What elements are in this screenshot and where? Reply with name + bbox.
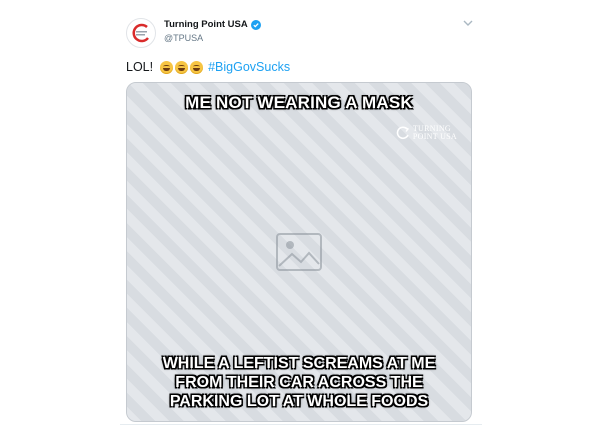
tweet-media-image[interactable]: ME NOT WEARING A MASK TURNING POINT USA … — [126, 82, 472, 422]
turning-point-logo-icon — [132, 23, 149, 43]
author-display-name[interactable]: Turning Point USA — [164, 19, 248, 30]
meme-caption-line: PARKING LOT AT WHOLE FOODS — [169, 393, 429, 410]
turning-point-arrow-icon — [396, 126, 409, 140]
watermark-logo: TURNING POINT USA — [396, 125, 457, 141]
tweet-card: Turning Point USA @TPUSA LOL! #BigGovSuc… — [120, 8, 482, 422]
meme-caption-bottom: WHILE A LEFTIST SCREAMS AT ME FROM THEIR… — [133, 354, 465, 411]
laughing-emoji-icon — [190, 60, 204, 74]
meme-caption-line: WHILE A LEFTIST SCREAMS AT ME — [162, 355, 436, 372]
chevron-down-icon[interactable] — [462, 18, 474, 28]
avatar[interactable] — [126, 18, 156, 48]
verified-badge-icon — [250, 19, 261, 30]
watermark-line: POINT USA — [412, 132, 457, 141]
meme-caption-top: ME NOT WEARING A MASK — [185, 93, 413, 112]
laughing-emoji-icon — [175, 60, 189, 74]
tweet-text: LOL! #BigGovSucks — [126, 60, 290, 74]
hashtag-link[interactable]: #BigGovSucks — [208, 60, 290, 74]
divider — [120, 424, 482, 425]
image-placeholder-icon — [276, 233, 322, 271]
tweet-text-prefix: LOL! — [126, 60, 154, 74]
author-handle[interactable]: @TPUSA — [164, 33, 203, 43]
author-name-row: Turning Point USA — [164, 19, 261, 30]
meme-caption-line: FROM THEIR CAR ACROSS THE — [175, 374, 423, 391]
laughing-emoji-icon — [160, 60, 174, 74]
